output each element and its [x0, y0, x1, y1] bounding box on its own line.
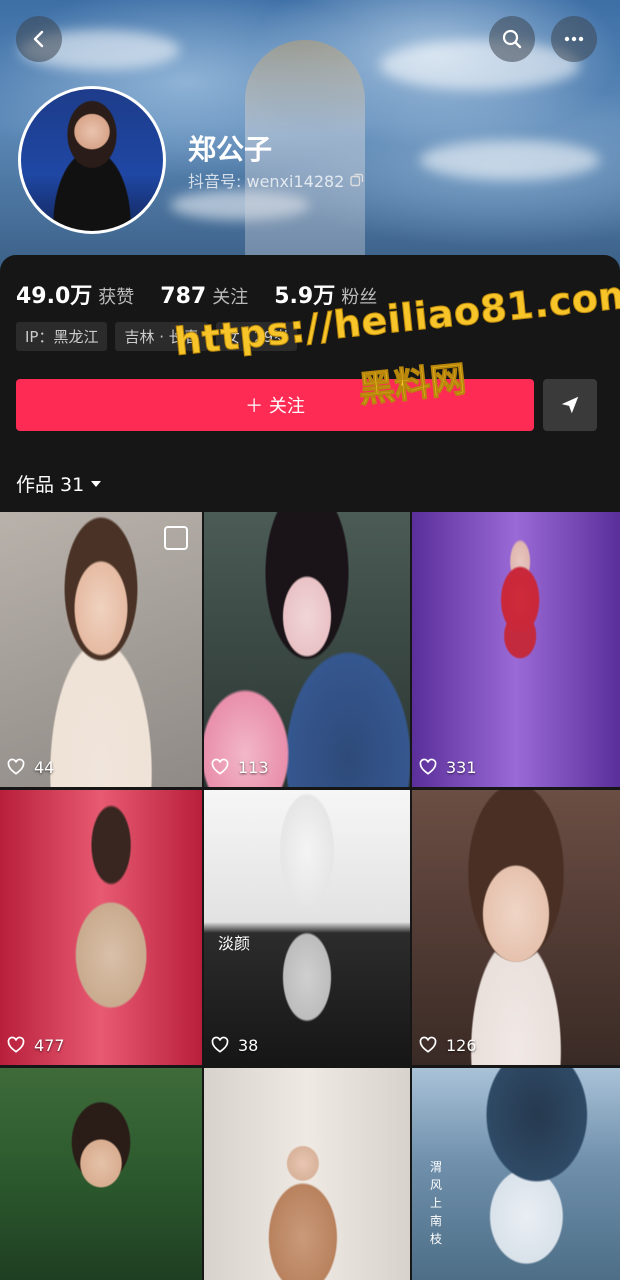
search-icon [502, 29, 522, 49]
avatar[interactable] [18, 86, 166, 234]
video-thumbnail[interactable]: 331 [412, 512, 620, 787]
profile-handle: 抖音号: wenxi14282 [188, 168, 364, 192]
video-thumbnail[interactable]: 113 [204, 512, 410, 787]
like-count: 126 [418, 1035, 477, 1055]
tag-ip: IP：黑龙江 [16, 322, 108, 351]
video-thumbnail[interactable] [204, 1068, 410, 1280]
like-count: 331 [418, 757, 477, 777]
handle-text: 抖音号: wenxi14282 [188, 172, 345, 191]
like-count: 477 [6, 1035, 65, 1055]
heart-icon [419, 1036, 437, 1053]
video-vertical-text: 渭风上南枝 [430, 1160, 443, 1246]
stat-following[interactable]: 787 关注 [160, 283, 248, 309]
cloud-decor [380, 40, 580, 90]
heart-icon [211, 758, 229, 775]
profile-name: 郑公子 [188, 133, 273, 166]
like-count-value: 113 [238, 757, 269, 777]
stat-label: 获赞 [98, 287, 135, 308]
like-count: 44 [6, 757, 54, 777]
heart-icon [7, 1036, 25, 1053]
like-count-value: 38 [238, 1035, 259, 1055]
works-label: 作品 31 [16, 474, 85, 496]
like-count-value: 126 [446, 1035, 477, 1055]
back-button[interactable] [16, 16, 62, 62]
heart-icon [7, 758, 25, 775]
more-dots-icon [564, 36, 584, 42]
stat-likes[interactable]: 49.0万 获赞 [16, 278, 134, 310]
heart-icon [419, 758, 437, 775]
video-caption: 淡颜 [218, 934, 251, 953]
like-count: 38 [210, 1035, 258, 1055]
video-thumbnail[interactable]: 44 [0, 512, 202, 787]
chevron-left-icon [33, 30, 44, 48]
caret-down-icon [91, 480, 102, 487]
video-grid: 44 113 331 477 淡颜 38 126 渭风上南枝 [0, 512, 620, 1280]
like-count: 113 [210, 757, 269, 777]
video-thumbnail[interactable]: 126 [412, 790, 620, 1065]
like-count-value: 331 [446, 757, 477, 777]
video-thumbnail[interactable] [0, 1068, 202, 1280]
search-button[interactable] [489, 16, 535, 62]
works-tab[interactable]: 作品 31 [16, 470, 102, 497]
more-button[interactable] [551, 16, 597, 62]
like-count-value: 477 [34, 1035, 65, 1055]
stat-value: 49.0万 [16, 284, 93, 309]
cloud-decor [420, 140, 600, 180]
stat-value: 787 [160, 284, 207, 309]
video-thumbnail[interactable]: 477 [0, 790, 202, 1065]
copy-icon[interactable] [350, 173, 364, 187]
watermark-name: 黑料网 [356, 359, 469, 412]
video-thumbnail[interactable]: 渭风上南枝 [412, 1068, 620, 1280]
video-thumbnail[interactable]: 淡颜 38 [204, 790, 410, 1065]
multi-image-icon [164, 526, 188, 550]
stat-label: 关注 [212, 287, 249, 308]
like-count-value: 44 [34, 757, 55, 777]
heart-icon [211, 1036, 229, 1053]
